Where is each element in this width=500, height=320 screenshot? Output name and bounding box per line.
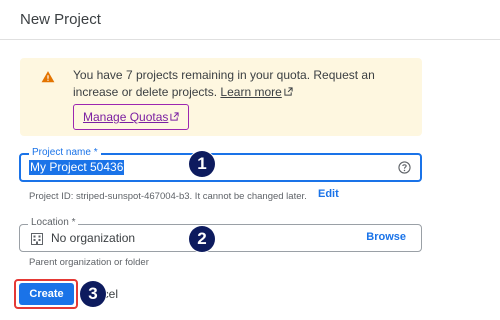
external-link-icon bbox=[284, 87, 293, 96]
edit-project-id-link[interactable]: Edit bbox=[318, 188, 339, 200]
quota-message: You have 7 projects remaining in your qu… bbox=[73, 67, 418, 101]
location-value: No organization bbox=[51, 231, 136, 245]
location-hint: Parent organization or folder bbox=[29, 257, 149, 268]
project-name-field[interactable]: Project name * My Project 50436 bbox=[19, 147, 422, 182]
quota-banner: You have 7 projects remaining in your qu… bbox=[20, 58, 422, 136]
warning-icon bbox=[41, 71, 55, 83]
manage-quotas-button[interactable]: Manage Quotas bbox=[73, 104, 190, 130]
organization-icon bbox=[31, 233, 43, 245]
project-name-label: Project name * bbox=[29, 147, 101, 159]
create-button[interactable]: Create bbox=[19, 283, 74, 305]
external-link-icon bbox=[170, 112, 179, 121]
dialog-header: New Project bbox=[0, 0, 500, 40]
manage-quotas-label: Manage Quotas bbox=[83, 110, 169, 124]
page-title: New Project bbox=[20, 11, 101, 28]
learn-more-link[interactable]: Learn more bbox=[220, 85, 293, 99]
step-badge-3: 3 bbox=[80, 281, 106, 307]
location-field[interactable]: Location * No organization Browse bbox=[19, 217, 422, 252]
location-label: Location * bbox=[28, 217, 79, 229]
project-name-input[interactable]: My Project 50436 bbox=[29, 160, 125, 175]
step-badge-2: 2 bbox=[189, 226, 215, 252]
step-badge-1: 1 bbox=[189, 151, 215, 177]
project-id-hint: Project ID: striped-sunspot-467004-b3. I… bbox=[29, 191, 307, 202]
learn-more-label: Learn more bbox=[220, 85, 282, 99]
browse-button[interactable]: Browse bbox=[366, 231, 406, 243]
help-icon[interactable] bbox=[398, 161, 411, 174]
